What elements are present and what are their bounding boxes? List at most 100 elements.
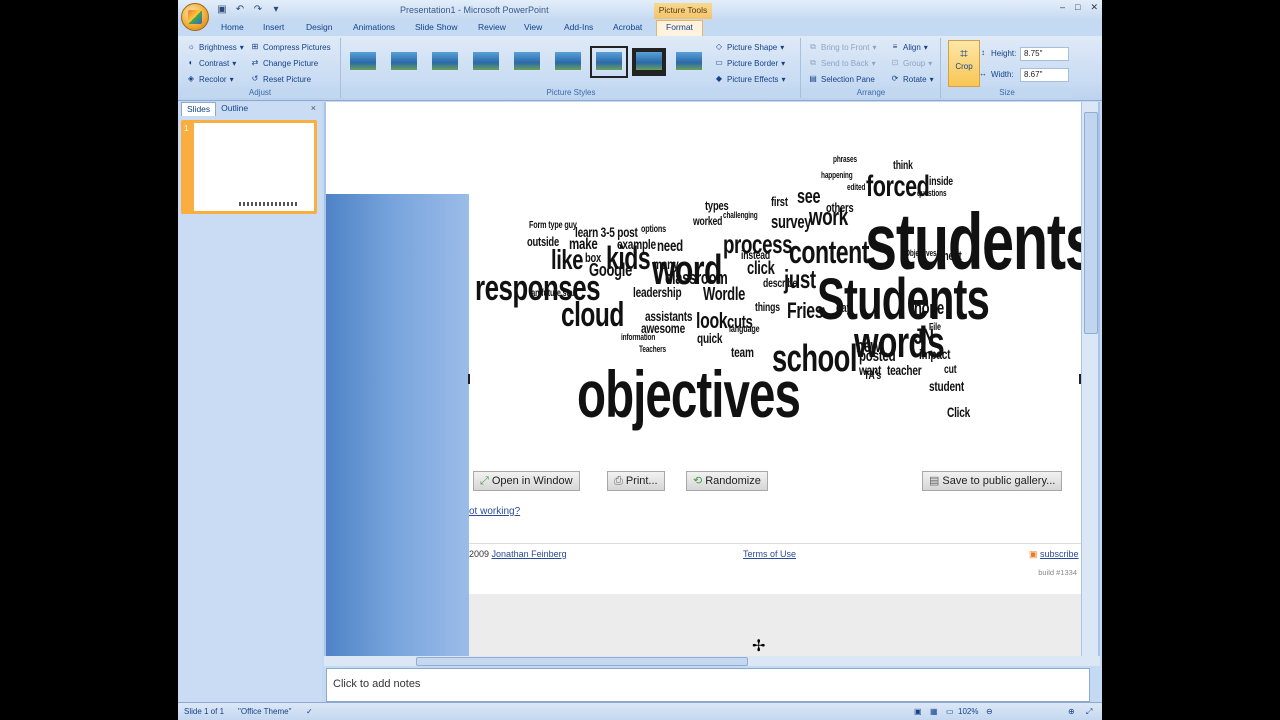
width-field[interactable]: 8.67" [1020, 68, 1069, 82]
picture-border-button[interactable]: ▭ Picture Border ▾ [714, 58, 785, 68]
picture-style-3[interactable] [428, 48, 462, 76]
randomize-icon: ⟲ [693, 475, 703, 487]
bring-to-front-button[interactable]: ⧉ Bring to Front ▾ [808, 42, 876, 52]
picture-effects-icon: ◆ [715, 74, 723, 83]
maximize-button[interactable]: □ [1075, 2, 1080, 13]
slide-thumbnail[interactable] [181, 120, 317, 214]
tab-format[interactable]: Format [656, 20, 703, 36]
terms-of-use-link[interactable]: Terms of Use [743, 549, 796, 559]
height-field[interactable]: 8.75" [1020, 47, 1069, 61]
office-button[interactable] [181, 3, 209, 31]
expand-icon: ⤢ [480, 475, 489, 487]
spell-check-icon[interactable]: ✓ [306, 707, 313, 716]
width-label: ↔ Width: [979, 69, 1014, 79]
zoom-out-icon[interactable]: ⊖ [986, 707, 993, 716]
window-controls: – □ ✕ [1060, 2, 1098, 13]
rotate-icon: ⟳ [891, 74, 899, 83]
picture-style-8[interactable] [632, 48, 666, 76]
slides-pane: Slides Outline × 1 [178, 102, 322, 702]
size-group-label: Size [942, 88, 1072, 98]
fit-slide-icon[interactable]: ⤢ [1086, 707, 1092, 717]
tab-design[interactable]: Design [306, 22, 332, 32]
subscribe-link[interactable]: subscribe [1040, 549, 1079, 559]
tab-slides[interactable]: Slides [181, 102, 217, 116]
save-icon[interactable]: ▣ [216, 4, 228, 16]
selection-pane-button[interactable]: ▤ Selection Pane [808, 74, 875, 84]
send-back-icon: ⧉ [810, 58, 816, 67]
powerpoint-window: ▣ ↶ ↷ ▾ Presentation1 - Microsoft PowerP… [178, 0, 1102, 720]
group-adjust: ☼ Brightness ▾ ◐ Contrast ▾ ◈ Recolor ▾ ⊞ Compr… [180, 38, 341, 98]
redo-icon[interactable]: ↷ [252, 4, 264, 16]
recolor-icon: ◈ [187, 74, 195, 83]
save-to-gallery-button[interactable]: ▤ Save to public gallery... [922, 471, 1063, 491]
adjust-group-label: Adjust [180, 88, 340, 98]
tab-acrobat[interactable]: Acrobat [613, 22, 642, 32]
brightness-button[interactable]: ☼ Brightness ▾ [186, 42, 243, 52]
picture-border-icon: ▭ [715, 58, 723, 67]
align-button[interactable]: ≡ Align ▾ [890, 42, 928, 52]
slide-sorter-icon[interactable]: ▦ [930, 707, 938, 716]
picture-shape-icon: ◇ [715, 42, 723, 51]
picture-style-6[interactable] [551, 48, 585, 76]
picture-style-2[interactable] [387, 48, 421, 76]
close-pane-icon[interactable]: × [311, 103, 316, 113]
normal-view-icon[interactable]: ▣ [914, 707, 922, 716]
author-link[interactable]: Jonathan Feinberg [492, 549, 567, 559]
recolor-button[interactable]: ◈ Recolor ▾ [186, 74, 234, 84]
picture-style-7[interactable] [590, 46, 628, 78]
embedded-wordle-picture[interactable]: students Students objectives words schoo… [468, 154, 1081, 656]
vertical-scrollbar[interactable] [1082, 102, 1098, 656]
tab-view[interactable]: View [524, 22, 542, 32]
slideshow-view-icon[interactable]: ▭ [946, 707, 954, 716]
compress-pictures-button[interactable]: ⊞ Compress Pictures [250, 42, 331, 52]
tab-insert[interactable]: Insert [263, 22, 284, 32]
tab-home[interactable]: Home [221, 22, 244, 32]
picture-effects-button[interactable]: ◆ Picture Effects ▾ [714, 74, 786, 84]
picture-style-9[interactable] [672, 48, 706, 76]
minimize-button[interactable]: – [1060, 2, 1065, 13]
picture-style-1[interactable] [346, 48, 380, 76]
open-in-window-button[interactable]: ⤢ Open in Window [473, 471, 580, 491]
undo-icon[interactable]: ↶ [234, 4, 246, 16]
tab-animations[interactable]: Animations [353, 22, 395, 32]
not-working-link[interactable]: ot working? [469, 506, 520, 517]
group-picture-styles: ◇ Picture Shape ▾ ▭ Picture Border ▾ ◆ Pictur… [342, 38, 801, 98]
change-picture-button[interactable]: ⇄ Change Picture [250, 58, 319, 68]
picture-tools-context-tab: Picture Tools [654, 3, 712, 19]
rotate-button[interactable]: ⟳ Rotate ▾ [890, 74, 934, 84]
rss-icon: ▣ [1029, 549, 1038, 559]
tab-slide-show[interactable]: Slide Show [415, 22, 458, 32]
group-button[interactable]: ⊡ Group ▾ [890, 58, 933, 68]
reset-picture-button[interactable]: ↺ Reset Picture [250, 74, 311, 84]
notes-pane[interactable]: Click to add notes [326, 668, 1090, 702]
tab-review[interactable]: Review [478, 22, 506, 32]
office-logo-icon [188, 10, 202, 24]
zoom-level[interactable]: 102% [958, 707, 978, 716]
tab-outline[interactable]: Outline [216, 102, 253, 116]
mouse-cursor: ✢ [752, 638, 766, 655]
slide-canvas[interactable]: students Students objectives words schoo… [326, 102, 1081, 656]
group-icon: ⊡ [891, 58, 899, 67]
brightness-icon: ☼ [187, 42, 195, 51]
slide-number: 1 [184, 124, 189, 133]
customize-qat-icon[interactable]: ▾ [270, 4, 282, 16]
picture-style-4[interactable] [469, 48, 503, 76]
resize-handle-left[interactable] [468, 374, 470, 384]
horizontal-scrollbar[interactable] [324, 656, 1100, 666]
contrast-button[interactable]: ◐ Contrast ▾ [186, 58, 237, 68]
send-to-back-button[interactable]: ⧉ Send to Back ▾ [808, 58, 875, 68]
crop-button[interactable]: ⌗ Crop [948, 40, 980, 87]
word-cloud-image: students Students objectives words schoo… [475, 154, 1081, 431]
copyright-line: 2009 Jonathan Feinberg [469, 549, 567, 559]
resize-handle-right[interactable] [1079, 374, 1081, 384]
print-button[interactable]: ⎙ Print... [607, 471, 665, 491]
picture-style-5[interactable] [510, 48, 544, 76]
picture-shape-button[interactable]: ◇ Picture Shape ▾ [714, 42, 784, 52]
tab-add-ins[interactable]: Add-Ins [564, 22, 593, 32]
slide-background-panel [326, 194, 469, 656]
close-button[interactable]: ✕ [1090, 2, 1098, 13]
terms-footer: Terms of Use [743, 549, 796, 559]
randomize-button[interactable]: ⟲ Randomize [686, 471, 768, 491]
zoom-in-icon[interactable]: ⊕ [1068, 707, 1075, 716]
contrast-icon: ◐ [188, 58, 194, 67]
